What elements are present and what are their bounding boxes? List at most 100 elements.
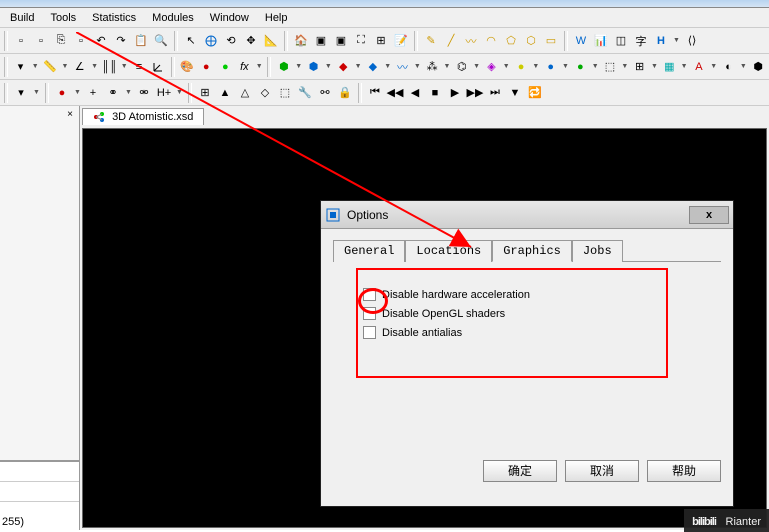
- tb-note-icon[interactable]: 📝: [392, 32, 410, 50]
- tb-measure-icon[interactable]: 📐: [262, 32, 280, 50]
- tb-chart2-icon[interactable]: ║║: [101, 58, 118, 76]
- tb-atom-b-icon[interactable]: ●: [542, 58, 559, 76]
- tb-cube2-icon[interactable]: ⬚: [276, 84, 294, 102]
- tb-cp-icon[interactable]: ◐: [720, 58, 737, 76]
- tb-dd-icon[interactable]: ▾: [12, 84, 30, 102]
- menu-modules[interactable]: Modules: [144, 10, 202, 26]
- tb-tri-icon[interactable]: △: [236, 84, 254, 102]
- tb-lattice-icon[interactable]: ⊞: [631, 58, 648, 76]
- tb-red-icon[interactable]: ◆: [335, 58, 352, 76]
- tb-atom-icon[interactable]: ●: [53, 84, 71, 102]
- tb-discover-icon[interactable]: ⬢: [750, 58, 767, 76]
- tb-benzene-icon[interactable]: ⌬: [453, 58, 470, 76]
- tb-chart-icon[interactable]: 📊: [592, 32, 610, 50]
- tb-spot2-icon[interactable]: ●: [217, 58, 234, 76]
- tb-angle-icon[interactable]: ∠: [71, 58, 88, 76]
- tb-cluster-icon[interactable]: ⁂: [424, 58, 441, 76]
- tb-prev-icon[interactable]: ◀◀: [386, 84, 404, 102]
- tb-first-icon[interactable]: ⏮: [366, 84, 384, 102]
- tb-square-icon[interactable]: ▣: [332, 32, 350, 50]
- tb-axes-icon[interactable]: [150, 58, 167, 76]
- tb-pencil-icon[interactable]: ✎: [422, 32, 440, 50]
- tb-blank-icon[interactable]: ▫: [32, 32, 50, 50]
- tb-next-icon[interactable]: ▶▶: [466, 84, 484, 102]
- tb-mol-green-icon[interactable]: ⬢: [275, 58, 292, 76]
- tb-up-icon[interactable]: ▲: [216, 84, 234, 102]
- tb-poly-icon[interactable]: ⬠: [502, 32, 520, 50]
- menu-tools[interactable]: Tools: [42, 10, 84, 26]
- tb-lock-icon[interactable]: 🔒: [336, 84, 354, 102]
- tb-html-icon[interactable]: ⟨⟩: [683, 32, 701, 50]
- ok-button[interactable]: 确定: [483, 460, 557, 482]
- tb-expand-icon[interactable]: ⛶: [352, 32, 370, 50]
- tb-arc-icon[interactable]: ◠: [482, 32, 500, 50]
- tb-atom-g-icon[interactable]: ●: [572, 58, 589, 76]
- dropdown-icon[interactable]: ▼: [31, 58, 40, 76]
- tb-color-icon[interactable]: 🎨: [179, 58, 196, 76]
- tb-align-icon[interactable]: ≡: [130, 58, 147, 76]
- tb-play-icon[interactable]: ▶: [446, 84, 464, 102]
- tb-tool-icon[interactable]: 🔧: [296, 84, 314, 102]
- tb-crystal-icon[interactable]: ◈: [483, 58, 500, 76]
- tb-zoom-all-icon[interactable]: [202, 32, 220, 50]
- tb-paste-icon[interactable]: 📋: [132, 32, 150, 50]
- tb-stop-icon[interactable]: ■: [426, 84, 444, 102]
- tb-blue-icon[interactable]: ◆: [364, 58, 381, 76]
- tb-add-icon[interactable]: +: [84, 84, 102, 102]
- tab-graphics[interactable]: Graphics: [492, 240, 572, 262]
- tb-fx-icon[interactable]: fx: [236, 58, 253, 76]
- tb-h-icon[interactable]: H: [652, 32, 670, 50]
- tb-dd-icon[interactable]: ▾: [12, 58, 29, 76]
- tb-copy-icon[interactable]: ⎘: [52, 32, 70, 50]
- tb-graph-icon[interactable]: ⊞: [196, 84, 214, 102]
- tb-bond2-icon[interactable]: ⚯: [316, 84, 334, 102]
- tb-blank-icon[interactable]: ▫: [72, 32, 90, 50]
- checkbox-disable-antialias[interactable]: [363, 326, 376, 339]
- tb-word-icon[interactable]: W: [572, 32, 590, 50]
- tb-rect-icon[interactable]: ▭: [542, 32, 560, 50]
- tab-jobs[interactable]: Jobs: [572, 240, 623, 262]
- tb-ruler-icon[interactable]: 📏: [42, 58, 59, 76]
- tb-cells-icon[interactable]: ▦: [661, 58, 678, 76]
- tb-loop-icon[interactable]: 🔁: [526, 84, 544, 102]
- tb-search-icon[interactable]: 🔍: [152, 32, 170, 50]
- dropdown-icon[interactable]: ▼: [672, 32, 681, 50]
- tb-last-icon[interactable]: ⏭: [486, 84, 504, 102]
- tb-grid-icon[interactable]: ⊞: [372, 32, 390, 50]
- tb-poly2-icon[interactable]: ⬡: [522, 32, 540, 50]
- tb-hbond-icon[interactable]: ⚮: [135, 84, 153, 102]
- tb-ms-icon[interactable]: ◫: [612, 32, 630, 50]
- tb-home-icon[interactable]: 🏠: [292, 32, 310, 50]
- panel-close-icon[interactable]: ×: [63, 108, 77, 122]
- tb-spot-icon[interactable]: ●: [198, 58, 215, 76]
- tb-rotate-icon[interactable]: ⟲: [222, 32, 240, 50]
- tb-curve-icon[interactable]: 〰: [462, 32, 480, 50]
- tb-atom-y-icon[interactable]: ●: [513, 58, 530, 76]
- checkbox-disable-opengl-shaders[interactable]: [363, 307, 376, 320]
- menu-help[interactable]: Help: [257, 10, 296, 26]
- tab-locations[interactable]: Locations: [405, 240, 492, 262]
- help-button[interactable]: 帮助: [647, 460, 721, 482]
- tb-pan-icon[interactable]: ✥: [242, 32, 260, 50]
- tb-play-r-icon[interactable]: ◀: [406, 84, 424, 102]
- tb-wave-icon[interactable]: 〰: [394, 58, 411, 76]
- tab-general[interactable]: General: [333, 240, 405, 262]
- tb-down-icon[interactable]: ▼: [506, 84, 524, 102]
- menu-statistics[interactable]: Statistics: [84, 10, 144, 26]
- checkbox-disable-hw-accel[interactable]: [363, 288, 376, 301]
- cancel-button[interactable]: 取消: [565, 460, 639, 482]
- menu-window[interactable]: Window: [202, 10, 257, 26]
- dialog-close-button[interactable]: x: [689, 206, 729, 224]
- tb-mol-blue-icon[interactable]: ⬢: [305, 58, 322, 76]
- menu-build[interactable]: Build: [2, 10, 42, 26]
- tb-blank-icon[interactable]: ▫: [12, 32, 30, 50]
- dialog-titlebar[interactable]: Options x: [321, 201, 733, 229]
- tb-cube-icon[interactable]: ⬚: [601, 58, 618, 76]
- tb-accel-icon[interactable]: A: [690, 58, 707, 76]
- tb-arrow-icon[interactable]: ↖: [182, 32, 200, 50]
- tb-line-icon[interactable]: ╱: [442, 32, 460, 50]
- document-tab[interactable]: 3D Atomistic.xsd: [82, 108, 204, 125]
- tb-undo-icon[interactable]: ↶: [92, 32, 110, 50]
- tb-redo-icon[interactable]: ↷: [112, 32, 130, 50]
- tb-q-icon[interactable]: ◇: [256, 84, 274, 102]
